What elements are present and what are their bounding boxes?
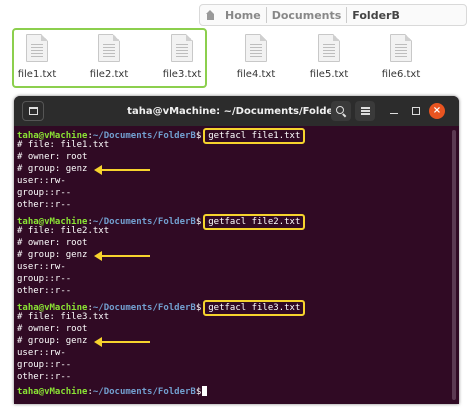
text-file-icon bbox=[318, 34, 340, 62]
breadcrumb: Home Documents FolderB bbox=[199, 4, 467, 26]
output-line: group::r-- bbox=[17, 360, 72, 370]
search-button[interactable] bbox=[331, 101, 351, 121]
annotation-arrow bbox=[94, 337, 150, 347]
text-file-icon bbox=[390, 34, 412, 62]
terminal-window[interactable]: taha@vMachine: ~/Documents/FolderB × tah… bbox=[14, 96, 459, 404]
highlighted-command: getfacl file2.txt bbox=[203, 214, 306, 230]
home-icon bbox=[205, 10, 216, 20]
highlighted-command: getfacl file1.txt bbox=[203, 128, 306, 144]
output-line: group::r-- bbox=[17, 274, 72, 284]
output-line: # group: genz bbox=[17, 336, 88, 346]
file-name: file6.txt bbox=[381, 69, 421, 80]
file-name: file4.txt bbox=[236, 69, 276, 80]
output-line: other::r-- bbox=[17, 286, 72, 296]
hamburger-menu-icon bbox=[360, 106, 370, 117]
selection-highlight-box bbox=[12, 28, 207, 88]
terminal-header: taha@vMachine: ~/Documents/FolderB × bbox=[14, 96, 459, 126]
search-icon bbox=[336, 106, 346, 116]
minimize-icon bbox=[390, 112, 398, 115]
close-button[interactable]: × bbox=[429, 103, 445, 119]
output-line: other::r-- bbox=[17, 200, 72, 210]
file-name: file5.txt bbox=[309, 69, 349, 80]
close-icon: × bbox=[432, 105, 442, 116]
prompt-line: taha@vMachine:~/Documents/FolderB$ getfac… bbox=[17, 128, 306, 144]
minimize-button[interactable] bbox=[384, 101, 404, 121]
output-line: # owner: root bbox=[17, 152, 88, 162]
breadcrumb-documents[interactable]: Documents bbox=[267, 9, 347, 22]
maximize-button[interactable] bbox=[406, 101, 426, 121]
annotation-arrow bbox=[94, 251, 150, 261]
output-line: # file: file1.txt bbox=[17, 140, 110, 150]
text-file-icon bbox=[245, 34, 267, 62]
breadcrumb-folderb[interactable]: FolderB bbox=[347, 9, 405, 22]
text-cursor bbox=[202, 386, 208, 396]
prompt-line: taha@vMachine:~/Documents/FolderB$ getfac… bbox=[17, 214, 306, 230]
output-line: user::rw- bbox=[17, 348, 66, 358]
file-item[interactable]: file5.txt bbox=[299, 30, 359, 86]
prompt-line[interactable]: taha@vMachine:~/Documents/FolderB$ bbox=[17, 386, 208, 397]
highlighted-command: getfacl file3.txt bbox=[203, 300, 306, 316]
breadcrumb-home[interactable]: Home bbox=[220, 9, 266, 22]
file-item[interactable]: file6.txt bbox=[371, 30, 431, 86]
scrollbar[interactable] bbox=[452, 130, 456, 400]
output-line: # group: genz bbox=[17, 164, 88, 174]
output-line: # owner: root bbox=[17, 238, 88, 248]
prompt-line: taha@vMachine:~/Documents/FolderB$ getfac… bbox=[17, 300, 306, 316]
file-item[interactable]: file4.txt bbox=[226, 30, 286, 86]
maximize-icon bbox=[412, 107, 420, 115]
terminal-title: taha@vMachine: ~/Documents/FolderB bbox=[127, 105, 346, 117]
output-line: # group: genz bbox=[17, 250, 88, 260]
menu-button[interactable] bbox=[355, 101, 375, 121]
output-line: # owner: root bbox=[17, 324, 88, 334]
output-line: group::r-- bbox=[17, 188, 72, 198]
output-line: user::rw- bbox=[17, 176, 66, 186]
output-line: other::r-- bbox=[17, 372, 72, 382]
output-line: # file: file2.txt bbox=[17, 226, 110, 236]
annotation-arrow bbox=[94, 165, 150, 175]
new-tab-icon bbox=[28, 107, 38, 115]
output-line: # file: file3.txt bbox=[17, 312, 110, 322]
new-tab-button[interactable] bbox=[22, 101, 44, 121]
output-line: user::rw- bbox=[17, 262, 66, 272]
